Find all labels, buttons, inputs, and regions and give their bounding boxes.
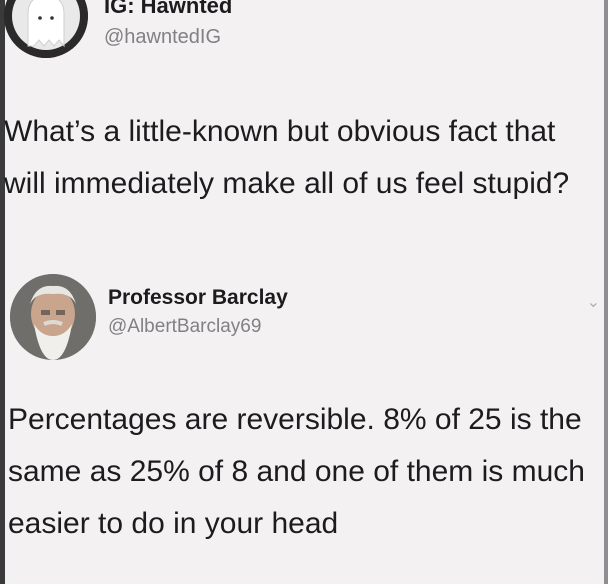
ghost-avatar-icon	[4, 0, 88, 58]
left-edge-strip	[0, 0, 5, 584]
tweet-text: What’s a little-known but obvious fact t…	[4, 115, 570, 200]
tweet-text: Percentages are reversible. 8% of 25 is …	[8, 403, 585, 540]
profile-photo-icon	[10, 274, 96, 360]
avatar[interactable]	[4, 0, 88, 58]
chevron-down-icon[interactable]: ⌄	[587, 292, 600, 312]
avatar[interactable]	[10, 274, 96, 360]
author-name[interactable]: Professor Barclay	[108, 286, 288, 310]
author-handle[interactable]: @AlbertBarclay69	[108, 316, 261, 338]
author-name[interactable]: IG: Hawnted	[104, 0, 232, 19]
author-handle[interactable]: @hawntedIG	[104, 26, 221, 49]
